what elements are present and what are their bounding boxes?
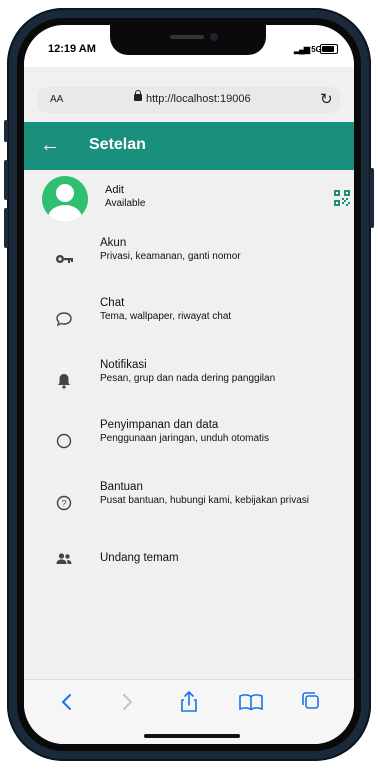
url-text[interactable]: http://localhost:19006 <box>146 93 251 105</box>
status-time: 12:19 AM <box>48 43 96 55</box>
page-title: Setelan <box>89 136 146 153</box>
settings-item-subtitle: Pusat bantuan, hubungi kami, kebijakan p… <box>100 495 310 506</box>
circle-icon <box>56 433 72 449</box>
settings-item-label: Notifikasi <box>100 359 147 371</box>
screen: 12:19 AM ▂▄▆ 5G AA http://localhost:1900… <box>24 25 354 744</box>
settings-item-chat[interactable]: Chat Tema, wallpaper, riwayat chat <box>24 291 354 347</box>
avatar-body <box>48 205 82 222</box>
people-icon <box>56 553 72 564</box>
share-icon[interactable] <box>174 690 204 714</box>
notch <box>110 25 266 55</box>
settings-item-label: Penyimpanan dan data <box>100 419 219 431</box>
profile-status: Available <box>105 198 146 209</box>
settings-item-subtitle: Tema, wallpaper, riwayat chat <box>100 311 232 322</box>
settings-item-label: Undang temam <box>100 552 179 564</box>
address-bar[interactable]: AA http://localhost:19006 ↻ <box>38 87 340 113</box>
settings-item-subtitle: Privasi, keamanan, ganti nomor <box>100 251 241 262</box>
lock-icon <box>134 90 142 101</box>
browser-forward-icon[interactable] <box>112 690 142 714</box>
status-bar: 12:19 AM ▂▄▆ 5G <box>24 25 354 67</box>
help-icon: ? <box>56 495 72 511</box>
browser-back-icon[interactable] <box>52 690 82 714</box>
app-bar: ← Setelan <box>24 122 354 170</box>
speaker <box>170 35 204 39</box>
power-button <box>370 168 374 228</box>
settings-item-subtitle: Pesan, grup dan nada dering panggilan <box>100 373 276 384</box>
back-arrow-icon[interactable]: ← <box>40 134 60 156</box>
settings-item-penyimpanan[interactable]: Penyimpanan dan data Penggunaan jaringan… <box>24 413 354 469</box>
browser-toolbar <box>24 679 354 744</box>
bookmarks-icon[interactable] <box>236 690 266 714</box>
signal-indicator: ▂▄▆ 5G <box>294 45 322 54</box>
avatar-head <box>56 184 74 202</box>
settings-item-label: Bantuan <box>100 481 143 493</box>
chat-bubble-icon <box>56 312 72 327</box>
volume-down-button <box>4 208 8 248</box>
qr-code-icon[interactable] <box>334 190 350 206</box>
volume-up-button <box>4 160 8 200</box>
settings-item-undang[interactable]: Undang temam <box>24 531 354 587</box>
text-size-button[interactable]: AA <box>50 94 63 105</box>
tabs-icon[interactable] <box>296 690 326 714</box>
reload-icon[interactable]: ↻ <box>320 90 333 108</box>
home-indicator <box>144 734 240 738</box>
settings-item-notifikasi[interactable]: Notifikasi Pesan, grup dan nada dering p… <box>24 353 354 409</box>
battery-icon <box>320 44 338 54</box>
profile-row[interactable]: Adit Available <box>24 170 354 228</box>
settings-item-label: Chat <box>100 297 125 309</box>
mute-switch <box>4 120 8 142</box>
camera <box>210 33 218 41</box>
settings-item-akun[interactable]: Akun Privasi, keamanan, ganti nomor <box>24 231 354 287</box>
signal-bars-icon: ▂▄▆ <box>294 45 310 54</box>
avatar[interactable] <box>42 176 88 222</box>
phone-frame: 12:19 AM ▂▄▆ 5G AA http://localhost:1900… <box>4 8 374 761</box>
profile-name: Adit <box>105 184 124 196</box>
bell-icon <box>58 374 70 389</box>
svg-text:?: ? <box>61 499 66 509</box>
settings-item-subtitle: Penggunaan jaringan, unduh otomatis <box>100 433 270 444</box>
settings-item-bantuan[interactable]: ? Bantuan Pusat bantuan, hubungi kami, k… <box>24 475 354 531</box>
settings-item-label: Akun <box>100 237 127 249</box>
key-icon <box>56 255 73 263</box>
